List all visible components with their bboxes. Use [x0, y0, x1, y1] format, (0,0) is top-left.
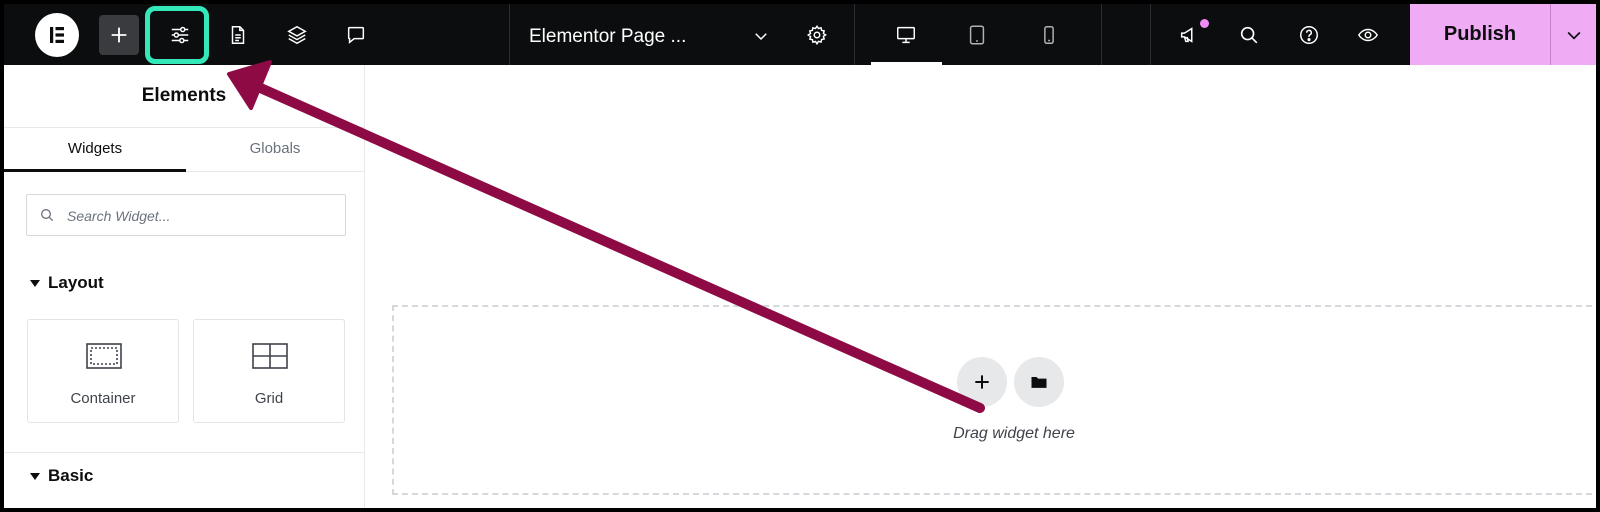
grid-icon	[252, 343, 288, 369]
chevron-down-icon	[1567, 31, 1581, 40]
drop-zone-text: Drag widget here	[953, 425, 1075, 442]
section-layout-title: Layout	[48, 273, 104, 292]
widget-label: Grid	[254, 390, 284, 407]
mobile-icon	[1044, 26, 1054, 44]
section-basic-toggle[interactable]: Basic	[30, 466, 93, 486]
widget-label: Container	[70, 390, 136, 407]
elements-panel: Elements Widgets Globals Layout Containe…	[4, 65, 365, 508]
plus-icon	[111, 27, 127, 43]
widget-grid[interactable]: Grid	[193, 319, 345, 423]
tab-globals[interactable]: Globals	[186, 127, 364, 172]
structure-button[interactable]	[277, 15, 317, 55]
divider	[4, 452, 364, 453]
page-settings-gear-button[interactable]	[797, 15, 837, 55]
preview-button[interactable]	[1348, 15, 1388, 55]
search-button[interactable]	[1229, 15, 1269, 55]
add-element-button[interactable]	[99, 15, 139, 55]
chat-bubble-icon	[347, 26, 365, 44]
eye-icon	[1357, 28, 1379, 42]
drop-zone[interactable]: Drag widget here	[392, 305, 1596, 495]
add-template-button[interactable]	[1014, 357, 1064, 407]
search-icon	[41, 209, 54, 222]
caret-down-icon	[30, 472, 40, 480]
app-window: Elementor Page ... Publish Elements Widg…	[0, 0, 1600, 512]
search-input[interactable]	[65, 196, 339, 236]
device-tablet-button[interactable]	[957, 15, 997, 55]
separator	[509, 4, 510, 65]
section-basic-title: Basic	[48, 466, 94, 485]
section-layout-toggle[interactable]: Layout	[30, 273, 104, 293]
separator	[1101, 4, 1102, 65]
device-mobile-button[interactable]	[1029, 15, 1069, 55]
separator	[1150, 4, 1151, 65]
desktop-icon	[897, 26, 915, 44]
search-icon	[1240, 26, 1258, 44]
separator	[854, 4, 855, 65]
megaphone-icon	[1180, 27, 1193, 43]
gear-icon	[806, 24, 827, 46]
help-icon	[1300, 26, 1318, 44]
panel-title: Elements	[4, 65, 364, 128]
notes-button[interactable]	[336, 15, 376, 55]
tablet-icon	[969, 25, 985, 45]
tab-widgets[interactable]: Widgets	[4, 127, 186, 172]
add-section-button[interactable]	[957, 357, 1007, 407]
caret-down-icon	[30, 279, 40, 287]
page-settings-button[interactable]	[218, 15, 258, 55]
widget-container[interactable]: Container	[27, 319, 179, 423]
notification-dot	[1200, 19, 1209, 28]
layers-icon	[287, 25, 307, 45]
top-bar: Elementor Page ... Publish	[4, 4, 1596, 65]
document-icon	[231, 26, 245, 44]
publish-options-button[interactable]	[1550, 4, 1596, 65]
page-title[interactable]: Elementor Page ...	[529, 26, 686, 48]
widget-search	[26, 194, 346, 236]
plus-icon	[975, 375, 989, 389]
editor-canvas: Drag widget here	[365, 65, 1596, 508]
container-icon	[86, 343, 122, 369]
folder-icon	[1031, 377, 1047, 388]
device-desktop-button[interactable]	[886, 15, 926, 55]
publish-button[interactable]: Publish	[1410, 4, 1550, 65]
chevron-down-icon[interactable]	[752, 27, 770, 45]
highlight-box	[145, 6, 209, 64]
help-button[interactable]	[1289, 15, 1329, 55]
elementor-logo-icon[interactable]	[35, 13, 79, 57]
